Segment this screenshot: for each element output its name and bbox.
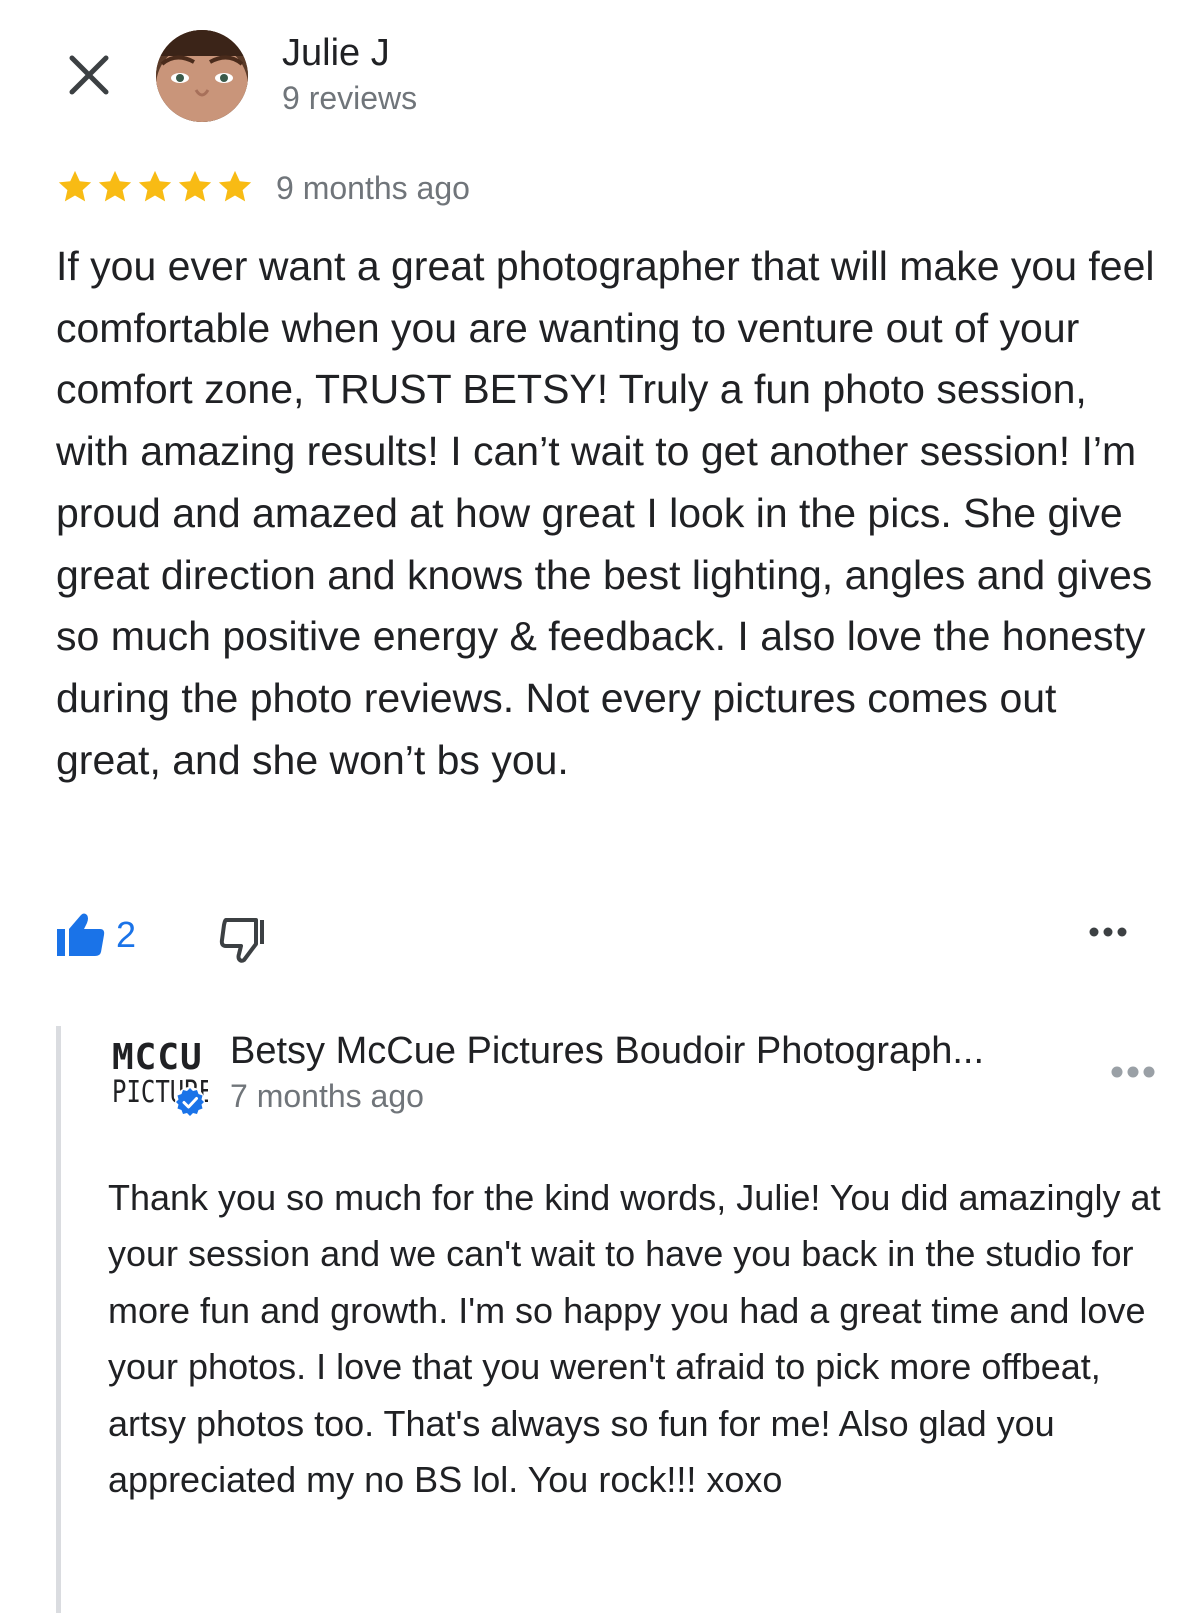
owner-reply-text: Thank you so much for the kind words, Ju… xyxy=(108,1177,1161,1501)
thumbs-down-icon xyxy=(219,918,264,963)
star-icon xyxy=(98,170,132,202)
thumbs-up-icon xyxy=(57,913,105,956)
owner-reply-more-button[interactable] xyxy=(1110,1064,1156,1080)
review-text: If you ever want a great photographer th… xyxy=(56,243,1155,783)
avatar-image xyxy=(156,30,248,122)
like-count: 2 xyxy=(116,914,137,955)
review-count: 9 reviews xyxy=(282,80,418,116)
reviewer-name[interactable]: Julie J xyxy=(282,30,390,76)
reply-divider xyxy=(56,1026,61,1613)
star-icon xyxy=(138,170,172,202)
star-rating xyxy=(56,168,254,206)
close-icon xyxy=(69,55,109,95)
avatar[interactable] xyxy=(156,30,248,122)
review-time: 9 months ago xyxy=(276,170,470,206)
star-icon xyxy=(178,170,212,202)
owner-name[interactable]: Betsy McCue Pictures Boudoir Photograph.… xyxy=(230,1028,984,1074)
dislike-button[interactable] xyxy=(218,914,268,964)
owner-reply-time: 7 months ago xyxy=(230,1078,424,1114)
like-button[interactable]: 2 xyxy=(56,912,136,958)
owner-logo-text-1: MCCU xyxy=(112,1037,203,1078)
verified-check-icon xyxy=(174,1086,206,1118)
review-more-button[interactable] xyxy=(1088,925,1128,939)
close-button[interactable] xyxy=(66,52,112,98)
star-icon xyxy=(218,170,252,202)
star-icon xyxy=(58,170,92,202)
more-horizontal-icon xyxy=(1089,927,1127,937)
more-horizontal-icon xyxy=(1111,1066,1155,1078)
